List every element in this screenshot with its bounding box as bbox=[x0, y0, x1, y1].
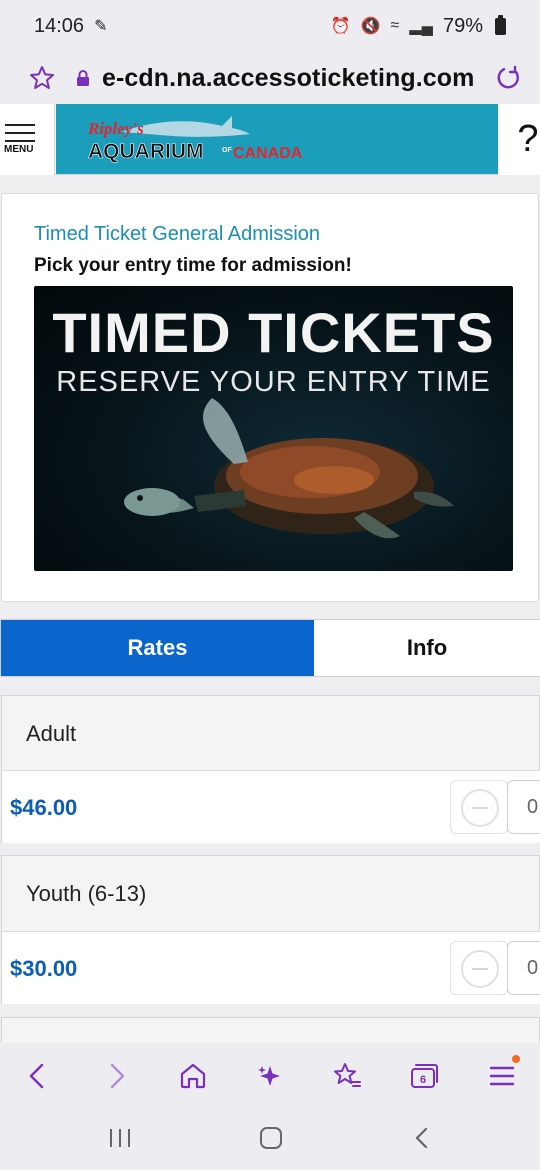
bookmarks-icon[interactable] bbox=[331, 1060, 363, 1092]
browser-menu-icon[interactable] bbox=[486, 1060, 518, 1092]
signal-icon: ▂▄ bbox=[409, 18, 433, 35]
back-icon[interactable] bbox=[22, 1060, 54, 1092]
svg-text:Ripley's: Ripley's bbox=[87, 119, 144, 138]
home-button-icon[interactable] bbox=[259, 1127, 283, 1149]
notification-icon: ✎ bbox=[94, 18, 108, 35]
url-text[interactable]: e-cdn.na.accessoticketing.com bbox=[102, 64, 486, 93]
svg-text:CANADA: CANADA bbox=[233, 145, 303, 162]
minus-icon bbox=[461, 950, 499, 988]
rate-item-adult: Adult $46.00 0 bbox=[1, 695, 540, 843]
decrement-button[interactable] bbox=[450, 780, 508, 834]
bookmark-star-icon[interactable] bbox=[28, 64, 56, 92]
battery-icon bbox=[495, 14, 506, 35]
tabs-icon[interactable]: 6 bbox=[408, 1060, 440, 1092]
minus-icon bbox=[461, 789, 499, 827]
rate-price-row: $46.00 0 bbox=[2, 770, 540, 843]
lock-icon[interactable] bbox=[76, 70, 90, 86]
svg-text:OF: OF bbox=[222, 147, 232, 154]
product-card: Timed Ticket General Admission Pick your… bbox=[1, 193, 539, 602]
site-header: MENU Ripley's AQUARIUM OF CANADA ? bbox=[0, 104, 540, 175]
quantity-input[interactable]: 0 bbox=[507, 941, 540, 995]
alarm-icon: ⏰ bbox=[330, 18, 351, 35]
tab-bar: Rates Info bbox=[0, 619, 540, 677]
rate-price-row: $30.00 0 bbox=[2, 931, 540, 1004]
product-banner-image: TIMED TICKETS RESERVE YOUR ENTRY TIME bbox=[34, 286, 513, 571]
mute-icon: 🔇 bbox=[360, 18, 381, 35]
system-navigation-bar bbox=[0, 1109, 540, 1170]
site-logo-banner[interactable]: Ripley's AQUARIUM OF CANADA bbox=[56, 104, 498, 174]
recent-apps-icon[interactable] bbox=[108, 1127, 132, 1149]
banner-headline: TIMED TICKETS bbox=[52, 301, 495, 364]
product-title: Timed Ticket General Admission bbox=[34, 223, 321, 245]
sparkle-icon[interactable] bbox=[254, 1060, 286, 1092]
forward-icon[interactable] bbox=[100, 1060, 132, 1092]
decrement-button[interactable] bbox=[450, 941, 508, 995]
aquarium-logo: Ripley's AQUARIUM OF CANADA bbox=[87, 116, 303, 163]
system-back-icon[interactable] bbox=[412, 1127, 432, 1149]
rate-price: $46.00 bbox=[10, 795, 78, 820]
menu-button[interactable]: MENU bbox=[0, 104, 55, 175]
banner-subheadline: RESERVE YOUR ENTRY TIME bbox=[56, 366, 491, 398]
rate-name: Youth (6-13) bbox=[26, 881, 147, 906]
wifi-icon: ≈ bbox=[390, 17, 400, 34]
rate-price: $30.00 bbox=[10, 956, 78, 981]
reload-icon[interactable] bbox=[494, 64, 522, 92]
quantity-input[interactable]: 0 bbox=[507, 780, 540, 834]
menu-label: MENU bbox=[4, 144, 34, 155]
battery-percent: 79% bbox=[442, 14, 483, 37]
tab-info[interactable]: Info bbox=[314, 620, 540, 676]
url-bar: e-cdn.na.accessoticketing.com bbox=[0, 52, 540, 104]
status-left: 14:06 ✎ bbox=[34, 15, 107, 38]
notification-dot bbox=[512, 1055, 520, 1063]
status-right: ⏰ 🔇 ≈ ▂▄ 79% bbox=[330, 14, 506, 38]
status-bar: 14:06 ✎ ⏰ 🔇 ≈ ▂▄ 79% bbox=[0, 0, 540, 52]
product-subtitle: Pick your entry time for admission! bbox=[34, 255, 352, 276]
home-icon[interactable] bbox=[177, 1060, 209, 1092]
rate-item-youth: Youth (6-13) $30.00 0 bbox=[1, 855, 540, 1004]
rate-name: Adult bbox=[26, 721, 77, 746]
browser-toolbar: 6 bbox=[0, 1043, 540, 1109]
tab-rates[interactable]: Rates bbox=[1, 620, 314, 676]
svg-text:6: 6 bbox=[420, 1074, 426, 1086]
status-time: 14:06 bbox=[34, 14, 85, 37]
svg-text:AQUARIUM: AQUARIUM bbox=[88, 140, 204, 163]
help-button[interactable]: ? bbox=[498, 104, 540, 175]
